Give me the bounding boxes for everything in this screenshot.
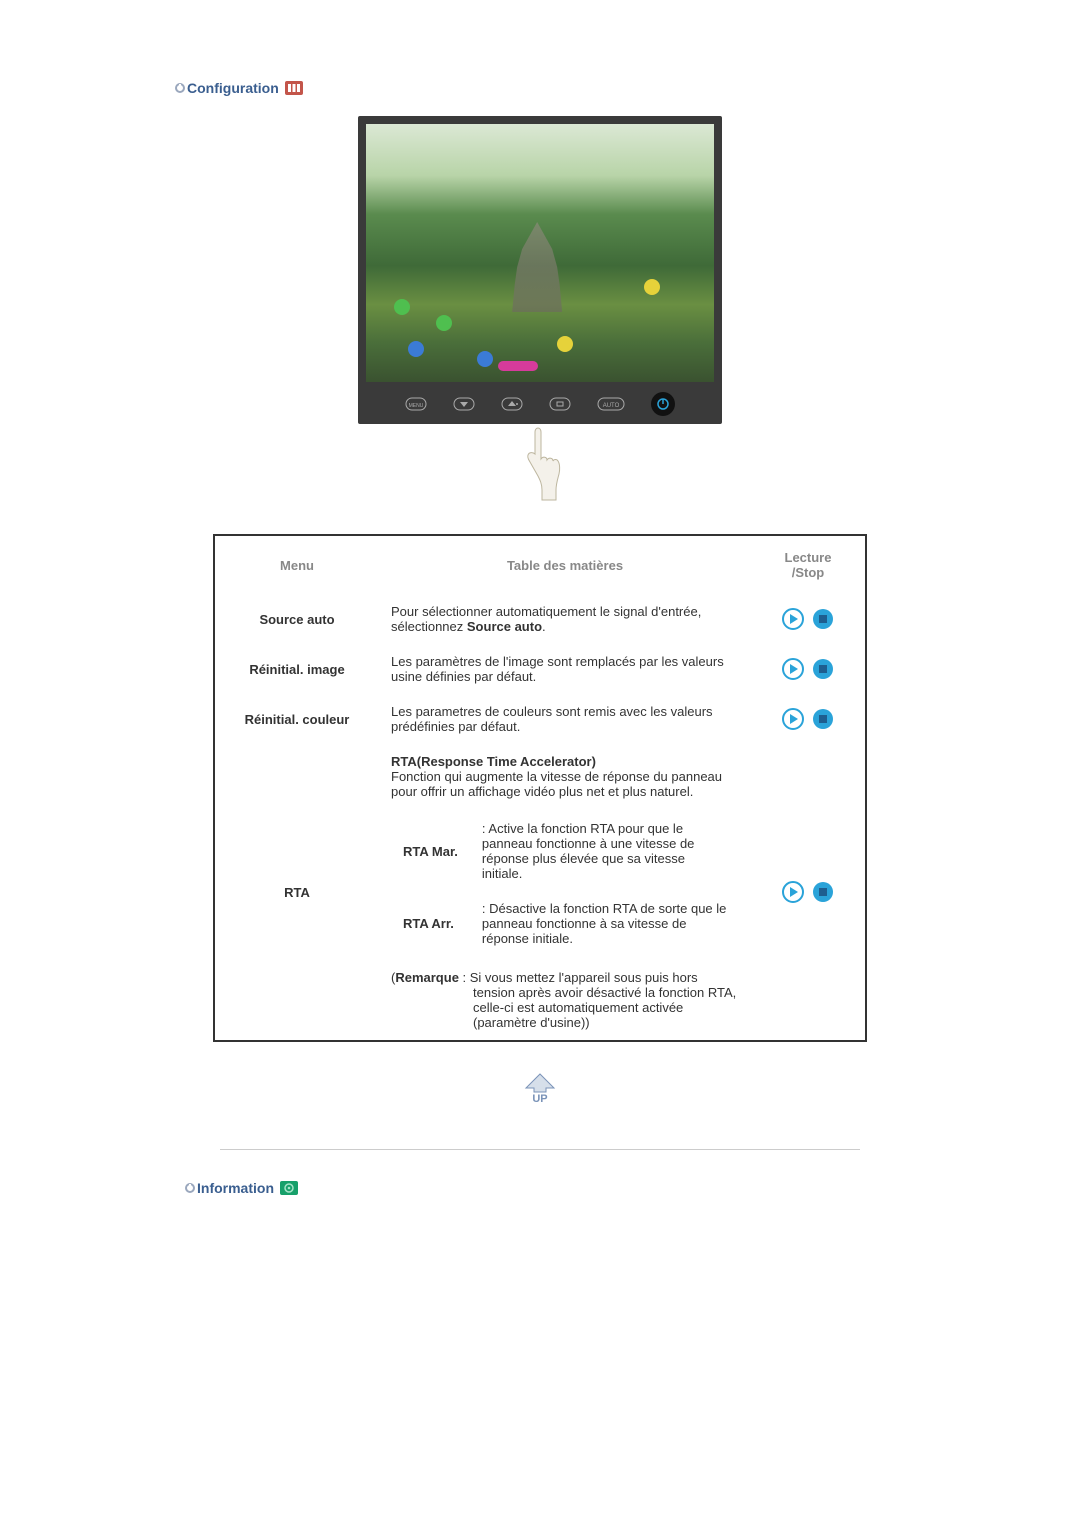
monitor-brightness-up-icon [501, 395, 523, 413]
col-header-menu: Menu [215, 536, 379, 594]
play-icon[interactable] [782, 608, 804, 630]
rta-on-label: RTA Mar. [391, 811, 470, 891]
information-title: Information [197, 1180, 274, 1196]
row-reinit-image-desc: Les paramètres de l'image sont remplacés… [379, 644, 751, 694]
configuration-badge-icon [285, 81, 303, 95]
col-header-contents: Table des matières [379, 536, 751, 594]
row-reinit-color-desc: Les parametres de couleurs sont remis av… [379, 694, 751, 744]
rta-on-desc: : Active la fonction RTA pour que le pan… [470, 811, 739, 891]
settings-table: Menu Table des matières Lecture/Stop Sou… [213, 534, 867, 1042]
monitor-brightness-down-icon [453, 395, 475, 413]
rta-remark: (Remarque : Si vous mettez l'appareil so… [391, 970, 739, 1030]
stop-icon[interactable] [812, 708, 834, 730]
monitor-menu-button-icon: MENU [405, 395, 427, 413]
stop-icon[interactable] [812, 881, 834, 903]
rta-off-desc: : Désactive la fonction RTA de sorte que… [470, 891, 739, 956]
play-icon[interactable] [782, 658, 804, 680]
information-badge-icon [280, 1181, 298, 1195]
section-header-information: Information [185, 1180, 1080, 1196]
row-reinit-image-menu: Réinitial. image [215, 644, 379, 694]
row-rta-menu: RTA [215, 744, 379, 1040]
row-reinit-color-menu: Réinitial. couleur [215, 694, 379, 744]
monitor-enter-button-icon [549, 395, 571, 413]
play-icon[interactable] [782, 708, 804, 730]
stop-icon[interactable] [812, 608, 834, 630]
svg-text:UP: UP [532, 1093, 547, 1105]
svg-text:AUTO: AUTO [603, 403, 620, 409]
monitor-auto-button-icon: AUTO [597, 395, 625, 413]
row-source-auto-menu: Source auto [215, 594, 379, 644]
bullet-icon [175, 83, 185, 93]
svg-text:MENU: MENU [409, 403, 424, 409]
monitor-button-bar: MENU AUTO [366, 392, 714, 416]
stop-icon[interactable] [812, 658, 834, 680]
scroll-up-button[interactable]: UP [520, 1072, 560, 1109]
section-divider [220, 1149, 860, 1150]
monitor-frame: MENU AUTO [358, 116, 722, 424]
section-header-configuration: Configuration [175, 80, 1080, 96]
row-rta-desc: RTA(Response Time Accelerator) Fonction … [379, 744, 751, 1040]
hand-pointer-icon [510, 424, 570, 504]
play-icon[interactable] [782, 881, 804, 903]
rta-off-label: RTA Arr. [391, 891, 470, 956]
bullet-icon [185, 1183, 195, 1193]
monitor-power-button-icon [651, 392, 675, 416]
col-header-playstop: Lecture/Stop [751, 536, 865, 594]
monitor-illustration: MENU AUTO [335, 116, 745, 504]
row-source-auto-desc: Pour sélectionner automatiquement le sig… [379, 594, 751, 644]
monitor-screen [366, 124, 714, 382]
configuration-title: Configuration [187, 80, 279, 96]
